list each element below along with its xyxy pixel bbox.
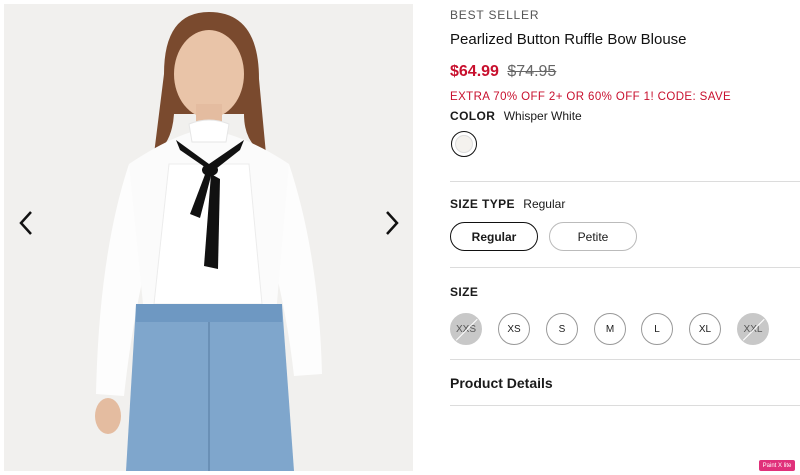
chevron-left-icon [19, 211, 32, 235]
divider [450, 267, 800, 268]
price-row: $64.99 $74.95 [450, 63, 556, 81]
promo-message: EXTRA 70% OFF 2+ OR 60% OFF 1! CODE: SAV… [450, 91, 732, 103]
divider [450, 359, 800, 360]
sale-price: $64.99 [450, 63, 499, 80]
product-photo [4, 4, 413, 471]
size-option-l[interactable]: L [641, 313, 673, 345]
size-type-regular-button[interactable]: Regular [450, 222, 538, 251]
previous-image-button[interactable] [14, 208, 38, 238]
swatch-fill [455, 135, 473, 153]
color-swatch-whisper-white[interactable] [451, 131, 477, 157]
size-option-label: L [654, 323, 660, 335]
size-option-label: XL [698, 323, 712, 335]
divider [450, 405, 800, 406]
size-type-selector-label: SIZE TYPE Regular [450, 197, 565, 211]
size-option-xs[interactable]: XS [498, 313, 530, 345]
size-option-label: XS [507, 323, 521, 335]
size-type-value: Regular [523, 197, 566, 211]
size-option-s[interactable]: S [546, 313, 578, 345]
extension-badge[interactable]: Paint X lite [759, 460, 795, 471]
size-option-label: M [605, 323, 615, 335]
size-option-xxs[interactable]: XXS [450, 313, 482, 345]
size-option-label: S [558, 323, 566, 335]
divider [450, 181, 800, 182]
size-option-m[interactable]: M [594, 313, 626, 345]
chevron-right-icon [386, 211, 399, 235]
product-details-accordion[interactable]: Product Details [450, 375, 553, 391]
size-type-label: SIZE TYPE [450, 197, 515, 211]
size-type-petite-button[interactable]: Petite [549, 222, 637, 251]
size-option-xxl[interactable]: XXL [737, 313, 769, 345]
size-label-text: SIZE [450, 285, 479, 299]
next-image-button[interactable] [380, 208, 404, 238]
original-price: $74.95 [507, 63, 557, 80]
product-title: Pearlized Button Ruffle Bow Blouse [450, 31, 687, 48]
size-label: SIZE [450, 285, 478, 299]
product-image-gallery[interactable] [4, 4, 413, 471]
size-option-xl[interactable]: XL [689, 313, 721, 345]
color-value: Whisper White [503, 109, 582, 123]
color-label: COLOR [450, 109, 496, 123]
color-selector-label: COLOR Whisper White [450, 109, 582, 123]
best-seller-badge: BEST SELLER [450, 8, 540, 22]
product-info-panel: BEST SELLER Pearlized Button Ruffle Bow … [450, 0, 800, 475]
